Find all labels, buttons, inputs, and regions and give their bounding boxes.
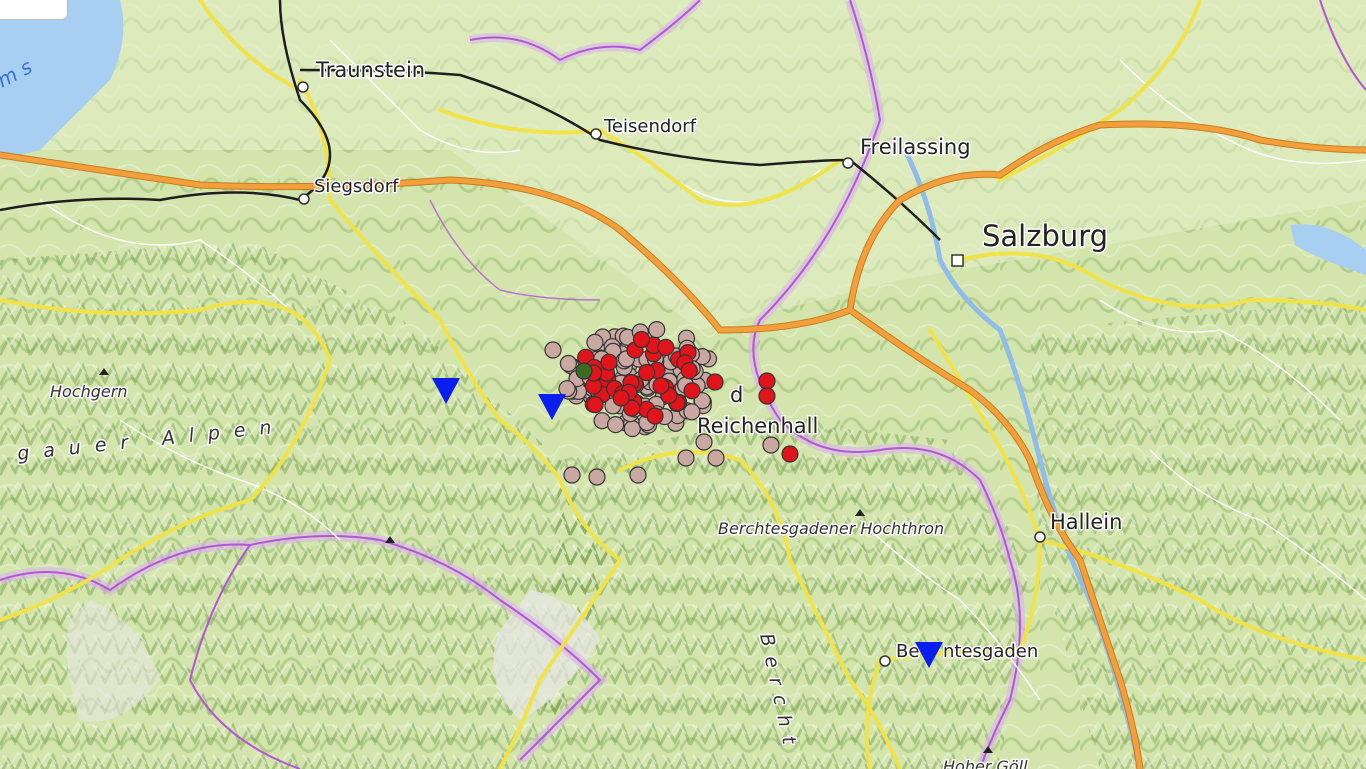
event-marker[interactable] [632,330,651,349]
event-marker[interactable] [544,341,562,359]
event-marker[interactable] [648,321,666,339]
event-marker[interactable] [586,396,604,414]
event-marker[interactable] [707,449,725,467]
label-salzburg: Salzburg [982,219,1108,253]
event-marker[interactable] [559,354,578,373]
event-marker[interactable] [646,407,664,425]
label-hoher-goll: Hoher Göll [943,757,1028,769]
event-marker[interactable] [677,449,695,467]
label-berchtesgaden-rest: ntesgaden [943,641,1038,662]
map-view[interactable]: Traunstein Teisendorf Freilassing Siegsd… [0,0,1366,769]
label-freilassing: Freilassing [860,135,971,159]
event-marker[interactable] [600,353,618,371]
event-marker[interactable] [758,387,776,405]
event-marker[interactable] [606,416,625,434]
event-marker[interactable] [637,363,656,382]
event-marker[interactable] [575,362,593,380]
event-marker[interactable] [683,382,701,400]
map-control-button[interactable] [0,0,68,20]
event-marker[interactable] [652,377,670,395]
event-marker[interactable] [781,445,799,463]
alpine-area-east [1030,300,1366,769]
label-reichenhall: Reichenhall [697,414,818,438]
event-marker[interactable] [758,372,776,390]
event-marker[interactable] [623,420,641,438]
event-marker[interactable] [586,333,604,351]
event-marker[interactable] [629,466,647,484]
event-marker[interactable] [706,373,724,391]
event-marker[interactable] [695,433,713,451]
label-teisendorf: Teisendorf [603,116,697,137]
label-hallein: Hallein [1050,510,1122,534]
event-marker[interactable] [680,362,698,380]
event-marker[interactable] [762,436,780,454]
label-siegsdorf: Siegsdorf [314,176,399,197]
event-marker[interactable] [657,338,675,356]
event-marker[interactable] [563,466,581,484]
label-reichenhall-prefix: d [730,383,743,407]
label-berchtesgaden-partial: Be [896,641,919,662]
event-marker[interactable] [588,468,606,486]
event-marker[interactable] [612,389,630,407]
map-canvas[interactable]: Traunstein Teisendorf Freilassing Siegsd… [0,0,1366,769]
label-traunstein: Traunstein [315,58,425,82]
label-hochthron: Berchtesgadener Hochthron [718,519,944,538]
label-hochgern: Hochgern [50,382,127,401]
